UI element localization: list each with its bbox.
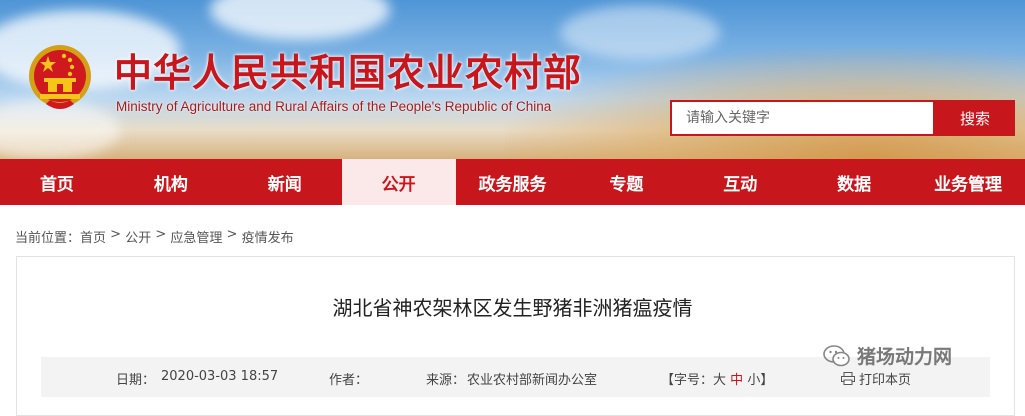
font-size-control: 【字号：大 中 小】 <box>661 369 773 388</box>
breadcrumb-prefix: 当前位置： <box>15 231 81 246</box>
breadcrumb-item-epidemic[interactable]: 疫情发布 <box>242 227 294 246</box>
print-label: 打印本页 <box>859 373 912 388</box>
cloud-decoration <box>210 0 390 40</box>
source-value: 农业农村部新闻办公室 <box>467 373 598 388</box>
nav-item-topics[interactable]: 专题 <box>569 159 683 205</box>
nav-item-data[interactable]: 数据 <box>797 159 911 205</box>
watermark-text: 猪场动力网 <box>857 346 953 368</box>
breadcrumb-item-home[interactable]: 首页 <box>80 227 106 246</box>
search-box <box>670 100 935 136</box>
main-nav: 首页 机构 新闻 公开 政务服务 专题 互动 数据 业务管理 <box>0 159 1025 205</box>
font-size-medium-button[interactable]: 中 <box>730 373 743 388</box>
national-emblem-icon <box>29 45 91 109</box>
nav-item-public[interactable]: 公开 <box>341 159 456 205</box>
breadcrumb-item-public[interactable]: 公开 <box>125 227 151 246</box>
breadcrumb-item-emergency[interactable]: 应急管理 <box>170 227 222 246</box>
font-size-large-button[interactable]: 大 <box>713 373 726 388</box>
site-header: 中华人民共和国农业农村部 Ministry of Agriculture and… <box>0 0 1025 159</box>
site-title-en: Ministry of Agriculture and Rural Affair… <box>116 99 552 114</box>
article-title: 湖北省神农架林区发生野猪非洲猪瘟疫情 <box>332 296 693 320</box>
print-button[interactable]: 打印本页 <box>841 369 911 388</box>
watermark: 猪场动力网 <box>823 342 952 369</box>
search-button[interactable]: 搜索 <box>935 100 1015 136</box>
breadcrumb-separator: > <box>151 227 171 242</box>
printer-icon <box>841 372 855 385</box>
nav-item-organization[interactable]: 机构 <box>114 159 228 205</box>
font-size-small-button[interactable]: 小 <box>747 373 760 388</box>
font-size-close: 】 <box>760 373 774 388</box>
nav-item-business[interactable]: 业务管理 <box>911 159 1025 205</box>
nav-item-interaction[interactable]: 互动 <box>683 159 797 205</box>
breadcrumb-separator: > <box>106 227 126 242</box>
source-label: 来源： <box>426 373 466 388</box>
breadcrumb-separator: > <box>222 227 242 242</box>
publish-date: 2020-03-03 18:57 <box>161 369 279 384</box>
search-input[interactable] <box>672 102 933 134</box>
font-size-label: 【字号： <box>661 373 714 388</box>
date-label: 日期： <box>116 373 156 388</box>
nav-item-services[interactable]: 政务服务 <box>456 159 570 205</box>
wechat-icon <box>823 344 850 366</box>
author-label: 作者： <box>329 373 369 388</box>
nav-item-news[interactable]: 新闻 <box>228 159 342 205</box>
breadcrumb: 当前位置： 首页 > 公开 > 应急管理 > 疫情发布 <box>15 227 294 246</box>
nav-item-home[interactable]: 首页 <box>0 159 114 205</box>
site-title-cn: 中华人民共和国农业农村部 <box>114 50 583 95</box>
